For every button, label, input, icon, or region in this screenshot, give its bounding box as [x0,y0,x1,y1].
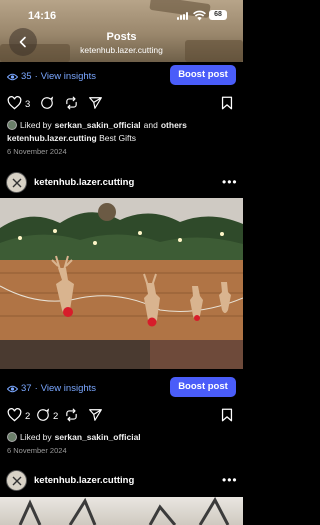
comment-icon[interactable] [40,96,54,110]
next-post-photo [18,497,230,525]
post-insights-row: 35 · View insights Boost post [0,62,243,94]
liked-prefix: Liked by [20,120,52,130]
insights-label: View insights [40,383,97,394]
account-avatar[interactable] [6,172,27,193]
eye-icon [7,73,18,80]
post-header: ketenhub.lazer.cutting ••• [0,168,243,198]
send-icon[interactable] [88,96,103,110]
liked-by-text: Liked by serkan_sakin_official [7,432,141,442]
more-options-icon[interactable]: ••• [222,473,238,487]
liked-user-link[interactable]: serkan_sakin_official [55,432,141,442]
cellular-signal-icon [177,12,188,20]
liked-by-text: Liked by serkan_sakin_official and other… [7,120,187,130]
battery-indicator: 68 [209,10,227,20]
reindeer-garland-photo [0,198,243,369]
insights-label: View insights [40,71,97,82]
bookmark-icon[interactable] [221,96,233,110]
more-options-icon[interactable]: ••• [222,175,238,189]
account-name[interactable]: ketenhub.lazer.cutting [34,475,134,486]
like-count: 2 [25,411,31,422]
page-title: Posts [106,31,137,43]
view-insights-link[interactable]: 37 · View insights [7,383,96,394]
post-actions: 2 2 [0,406,243,426]
post-date: 6 November 2024 [7,446,67,455]
tools-logo-icon [12,476,21,485]
comment-count: 2 [53,411,59,422]
next-post-image[interactable] [0,497,243,525]
post-date: 6 November 2024 [7,147,67,156]
post-image[interactable] [0,198,243,369]
boost-post-button[interactable]: Boost post [170,377,236,397]
separator: · [34,71,38,82]
like-count: 3 [25,99,31,110]
separator: · [34,383,38,394]
liked-prefix: Liked by [20,432,52,442]
account-avatar[interactable] [6,470,27,491]
liked-others-link[interactable]: others [161,120,187,130]
boost-post-button[interactable]: Boost post [170,65,236,85]
liker-avatar [7,120,17,130]
heart-icon[interactable] [7,408,22,422]
liked-suffix: and [143,120,158,130]
liked-user-link[interactable]: serkan_sakin_official [55,120,141,130]
post-header: ketenhub.lazer.cutting ••• [0,466,243,496]
post-insights-row: 37 · View insights Boost post [0,374,243,406]
repost-icon[interactable] [64,96,79,110]
header: 14:16 68 Posts ketenhub.lazer.cutting [0,0,243,62]
status-time: 14:16 [28,10,57,22]
post-actions: 3 [0,94,243,114]
repost-icon[interactable] [64,408,79,422]
bookmark-icon[interactable] [221,408,233,422]
wifi-icon [193,10,206,21]
tools-logo-icon [12,178,21,187]
page-subtitle: ketenhub.lazer.cutting [80,45,163,55]
status-bar: 14:16 68 [0,0,243,28]
send-icon[interactable] [88,408,103,422]
caption-username[interactable]: ketenhub.lazer.cutting [7,133,97,143]
view-insights-link[interactable]: 35 · View insights [7,71,96,82]
liker-avatar [7,432,17,442]
views-count: 35 [21,71,32,82]
caption-text: Best Gifts [99,133,136,143]
heart-icon[interactable] [7,96,22,110]
post-caption: ketenhub.lazer.cutting Best Gifts [7,133,136,143]
eye-icon [7,385,18,392]
comment-icon[interactable] [36,408,50,422]
views-count: 37 [21,383,32,394]
account-name[interactable]: ketenhub.lazer.cutting [34,177,134,188]
